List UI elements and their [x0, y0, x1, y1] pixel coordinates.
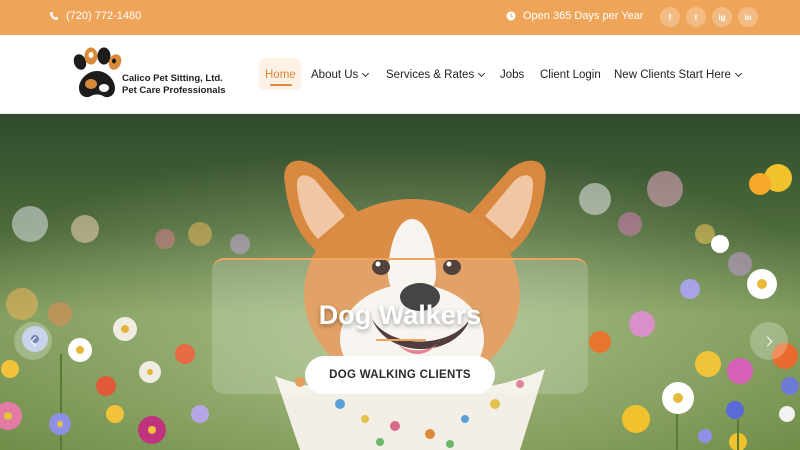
nav-home-underline [270, 84, 292, 86]
chevron-down-icon [478, 69, 486, 78]
instagram-icon[interactable]: ig [712, 7, 732, 27]
phone-icon [50, 12, 58, 20]
top-bar: (720) 772-1480 Open 365 Days per Year f … [0, 0, 800, 35]
brand-tagline: Pet Care Professionals [122, 85, 226, 96]
hero-title: Dog Walkers [318, 300, 482, 330]
nav-item-jobs[interactable]: Jobs [500, 69, 524, 81]
social-links: f t ig in [660, 7, 758, 27]
phone-number[interactable]: (720) 772-1480 [66, 10, 141, 22]
phone-contact[interactable]: (720) 772-1480 [49, 10, 141, 22]
dog-walking-clients-button[interactable]: DOG WALKING CLIENTS [305, 356, 495, 394]
nav-item-client-login[interactable]: Client Login [540, 69, 601, 81]
slider-next-button[interactable] [750, 322, 788, 360]
hours-info: Open 365 Days per Year [506, 10, 643, 22]
nav-item-new-clients[interactable]: New Clients Start Here [614, 69, 743, 81]
nav-label: Client Login [540, 69, 601, 81]
twitter-icon[interactable]: t [686, 7, 706, 27]
nav-label: About Us [311, 69, 359, 81]
nav-label: Jobs [500, 69, 525, 81]
nav-label: Services & Rates [386, 69, 475, 81]
linkedin-icon[interactable]: in [738, 7, 758, 27]
chevron-down-icon [362, 69, 370, 78]
chevron-left-icon [30, 336, 40, 346]
chevron-down-icon [734, 69, 743, 78]
chevron-right-icon [762, 336, 772, 346]
nav-label: Home [265, 69, 296, 81]
main-nav: Home About Us Services & Rates Jobs Clie… [0, 66, 800, 84]
nav-item-home[interactable]: Home [265, 69, 296, 81]
slider-prev-button[interactable] [14, 322, 52, 360]
nav-item-services-rates[interactable]: Services & Rates [386, 69, 486, 81]
nav-item-about-us[interactable]: About Us [311, 69, 370, 81]
nav-label: New Clients Start Here [614, 69, 731, 81]
facebook-icon[interactable]: f [660, 7, 680, 27]
clock-icon [506, 11, 516, 21]
hero-title-underline [376, 339, 426, 341]
hours-text: Open 365 Days per Year [523, 10, 644, 22]
